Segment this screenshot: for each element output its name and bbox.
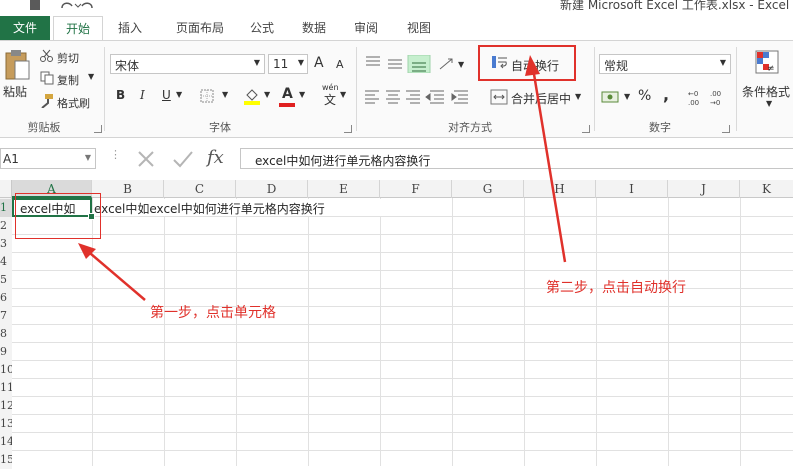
annotation-arrows bbox=[78, 55, 567, 301]
arrow-step2-icon bbox=[525, 55, 567, 263]
arrow-step1-icon bbox=[78, 243, 146, 301]
annotation-step2: 第二步，点击自动换行 bbox=[546, 280, 686, 296]
annotation-step1: 第一步，点击单元格 bbox=[150, 305, 276, 321]
